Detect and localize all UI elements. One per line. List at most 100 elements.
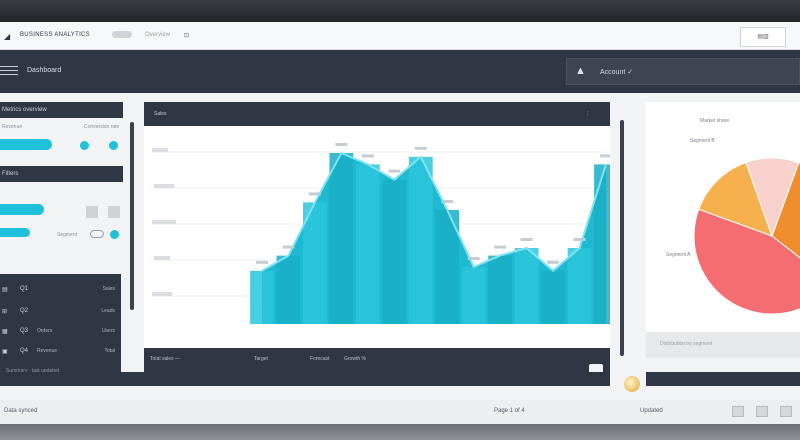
- footer-label: Target: [254, 356, 268, 362]
- sidebar-row-label: Segment: [57, 232, 78, 238]
- status-dot-icon[interactable]: [80, 141, 89, 150]
- chart-panel: Sales ⋮ Total sales — Target Forecast Gr…: [144, 102, 610, 380]
- tab-icon[interactable]: ⊡: [184, 32, 189, 39]
- status-bar: Data synced Page 1 of 4 Updated: [0, 400, 800, 424]
- data-column: [514, 248, 539, 324]
- metric-progress-bar: [0, 139, 52, 150]
- sidebar-row-label: Conversion rate: [84, 124, 120, 130]
- pie-chart: [693, 157, 800, 315]
- left-sidebar: Metrics overview Revenue Conversion rate…: [0, 102, 124, 402]
- table-cell: Leads: [101, 308, 115, 314]
- data-label: [414, 146, 427, 150]
- y-tick-label: [152, 148, 168, 152]
- monitor-stand: [0, 424, 800, 440]
- data-label: [388, 169, 401, 173]
- pie-footer-label: Distribution by segment: [660, 341, 713, 347]
- y-tick-label: [154, 256, 170, 260]
- data-label: [573, 238, 586, 241]
- user-name: Account ✓: [600, 69, 634, 76]
- data-column: [250, 270, 274, 324]
- data-label: [600, 154, 610, 158]
- table-row[interactable]: ▣ Q4 Revenue Total: [0, 344, 121, 360]
- footer-label: Forecast: [310, 356, 330, 362]
- settings-button[interactable]: [780, 406, 792, 417]
- row-icon: ▦: [2, 329, 8, 335]
- data-label: [520, 238, 533, 241]
- row-icon: ▤: [2, 287, 8, 293]
- data-column: [382, 179, 407, 324]
- pagination-text: Page 1 of 4: [494, 408, 525, 414]
- row-icon: ⊞: [2, 309, 8, 315]
- next-page-button[interactable]: [756, 406, 768, 417]
- segment-progress-bar: [0, 228, 30, 237]
- title-bar: ◢ BUSINESS ANALYTICS Overview · ⊡ ▤▥: [0, 22, 800, 50]
- region-toggle[interactable]: [90, 230, 104, 238]
- data-label: [361, 154, 374, 158]
- table-cell: Users: [101, 328, 115, 334]
- app-logo-icon: ◢: [4, 32, 11, 41]
- data-label: [494, 245, 507, 249]
- y-tick-label: [152, 292, 172, 296]
- sidebar-section-title: Filters: [0, 166, 123, 182]
- sidebar-scrollbar[interactable]: [130, 122, 134, 310]
- table-cell: Q4: [20, 348, 29, 354]
- data-column: [541, 270, 565, 324]
- hamburger-menu-icon[interactable]: [0, 66, 18, 78]
- data-column: [408, 156, 433, 324]
- area-chart: [150, 143, 610, 324]
- filter-checkbox[interactable]: [86, 206, 98, 218]
- status-dot-icon[interactable]: [109, 141, 118, 150]
- data-column: [594, 164, 610, 324]
- footer-label: Growth %: [344, 356, 366, 362]
- prev-page-button[interactable]: [732, 406, 744, 417]
- pie-panel: Market share Segment B Segment A: [646, 102, 800, 358]
- table-cell: Orders: [37, 328, 53, 334]
- data-column: [329, 153, 354, 324]
- table-cell: Sales: [102, 286, 115, 292]
- pie-label: Market share: [700, 118, 730, 124]
- table-cell: Total: [104, 348, 115, 354]
- tab-overview[interactable]: Overview ·: [145, 32, 174, 38]
- pie-label: Segment B: [690, 138, 715, 144]
- filter-checkbox[interactable]: [108, 206, 120, 218]
- status-dot-icon[interactable]: [110, 230, 119, 239]
- row-icon: ▣: [2, 349, 8, 355]
- user-account-box[interactable]: ▲ Account ✓: [566, 58, 800, 85]
- sidebar-data-table: ▤ Q1 Sales ⊞ Q2 Leads ▦ Q3 Orders Users …: [0, 274, 121, 378]
- table-cell: Q3: [20, 328, 29, 334]
- chart-scrollbar[interactable]: [620, 120, 624, 356]
- window-controls-button[interactable]: ▤▥: [740, 27, 786, 47]
- data-label: [256, 260, 268, 264]
- header-bar: Dashboard ▲ Account ✓: [0, 50, 800, 93]
- bottom-toolbar-right: [646, 372, 800, 386]
- page-title: Dashboard: [27, 67, 62, 74]
- user-icon: ▲: [575, 65, 586, 77]
- sidebar-section-title: Metrics overview: [0, 102, 123, 118]
- data-label: [335, 143, 348, 146]
- footer-label: Total sales —: [150, 356, 181, 362]
- y-tick-label: [154, 184, 174, 188]
- notification-dot-icon[interactable]: [624, 376, 640, 392]
- data-column: [567, 248, 592, 324]
- sidebar-row-label: Revenue: [2, 124, 23, 130]
- chart-header-label: Sales: [154, 111, 167, 117]
- data-column: [276, 255, 301, 324]
- data-column: [461, 267, 486, 324]
- data-label: [547, 260, 560, 264]
- table-cell: Revenue: [37, 348, 58, 354]
- table-row[interactable]: ▦ Q3 Orders Users: [0, 324, 121, 340]
- title-pill[interactable]: [112, 31, 132, 38]
- more-options-icon[interactable]: ⋮: [585, 111, 590, 117]
- pie-label: Segment A: [666, 252, 691, 258]
- app-title: BUSINESS ANALYTICS: [20, 32, 90, 38]
- table-cell: Q1: [20, 286, 29, 292]
- table-row[interactable]: ▤ Q1 Sales: [0, 282, 121, 298]
- filter-progress-bar: [0, 204, 44, 215]
- data-column: [488, 255, 513, 324]
- app-screen: ◢ BUSINESS ANALYTICS Overview · ⊡ ▤▥ Das…: [0, 22, 800, 424]
- pie-footer: Distribution by segment: [646, 332, 800, 358]
- chart-header: Sales ⋮: [144, 102, 610, 126]
- y-tick-label: [152, 220, 176, 224]
- table-row[interactable]: ⊞ Q2 Leads: [0, 304, 121, 320]
- bottom-toolbar: [0, 372, 610, 386]
